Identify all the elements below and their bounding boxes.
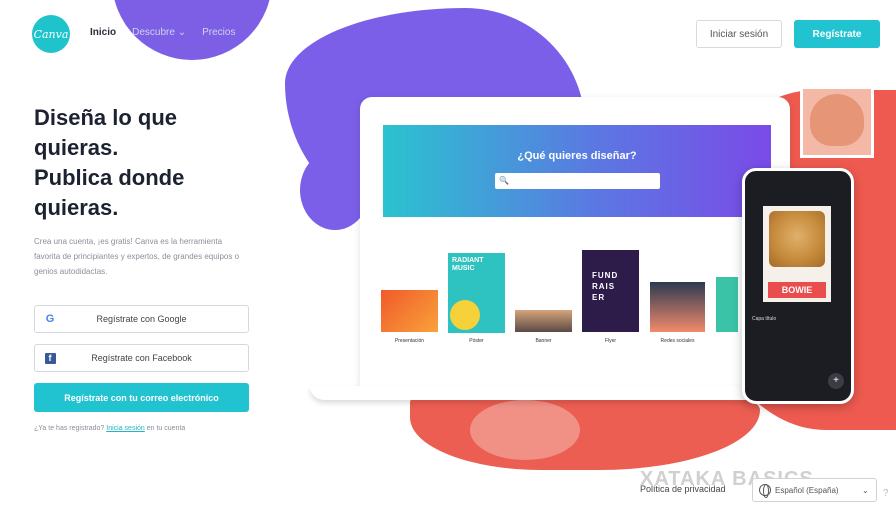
nav-inicio[interactable]: Inicio: [90, 27, 116, 38]
phone-layer-label: Capa título: [752, 316, 777, 322]
canva-logo[interactable]: Canva: [32, 15, 70, 53]
already-registered: ¿Ya te has registrado? Inicia sesión en …: [34, 425, 185, 432]
language-label: Español (España): [775, 485, 839, 495]
thumb-label-banner: Banner: [535, 338, 552, 344]
globe-icon: [759, 484, 771, 498]
google-icon: G: [45, 313, 55, 325]
already-prefix: ¿Ya te has registrado?: [34, 425, 105, 432]
plus-icon: +: [828, 373, 844, 389]
email-signup-button[interactable]: Regístrate con tu correo electrónico: [34, 383, 249, 412]
search-icon: 🔍: [499, 176, 509, 185]
hero-description: Crea una cuenta, ¡es gratis! Canva es la…: [34, 237, 240, 276]
dog-photo: [769, 211, 825, 267]
login-button[interactable]: Iniciar sesión: [696, 20, 782, 48]
logo-text: Canva: [33, 27, 69, 41]
signup-button[interactable]: Regístrate: [794, 20, 880, 48]
facebook-icon: f: [35, 352, 65, 364]
google-signup-label: Regístrate con Google: [96, 314, 187, 324]
hero-title: Diseña lo que quieras. Publica donde qui…: [34, 105, 185, 220]
help-icon[interactable]: ?: [883, 488, 889, 499]
dog-print-illustration: [810, 94, 864, 146]
facebook-signup-label: Regístrate con Facebook: [91, 353, 192, 363]
poster-text: RADIANT MUSIC: [452, 257, 484, 272]
thumb-banner: [515, 310, 572, 332]
main-nav: Inicio Descubre ⌄ Precios: [90, 27, 235, 38]
flyer-text: FUND RAIS ER: [592, 271, 619, 302]
decorative-blob: [470, 400, 580, 460]
phone-name-label: BOWIE: [768, 282, 826, 298]
thumb-label-poster: Póster: [469, 338, 484, 344]
chevron-down-icon: ⌄: [862, 485, 869, 495]
design-banner: [383, 125, 771, 217]
nav-descubre[interactable]: Descubre ⌄: [132, 27, 186, 38]
thumb-redes-sociales: [650, 282, 705, 332]
privacy-link[interactable]: Política de privacidad: [640, 484, 726, 494]
thumb-label-presentacion: Presentación: [394, 338, 425, 344]
login-link[interactable]: Inicia sesión: [106, 425, 145, 432]
thumb-label-redes: Redes sociales: [660, 338, 695, 344]
google-signup-button[interactable]: G Regístrate con Google: [34, 305, 249, 333]
facebook-signup-button[interactable]: f Regístrate con Facebook: [34, 344, 249, 372]
thumb-label-flyer: Flyer: [604, 338, 617, 344]
banner-title: ¿Qué quieres diseñar?: [517, 150, 637, 162]
thumb-extra: [716, 277, 738, 332]
thumb-presentacion: [381, 290, 438, 332]
poster-decoration: [450, 300, 480, 330]
language-select[interactable]: Español (España) ⌄: [752, 478, 877, 502]
nav-precios[interactable]: Precios: [202, 27, 235, 38]
already-suffix: en tu cuenta: [146, 425, 186, 432]
banner-search-input: 🔍: [495, 173, 660, 189]
